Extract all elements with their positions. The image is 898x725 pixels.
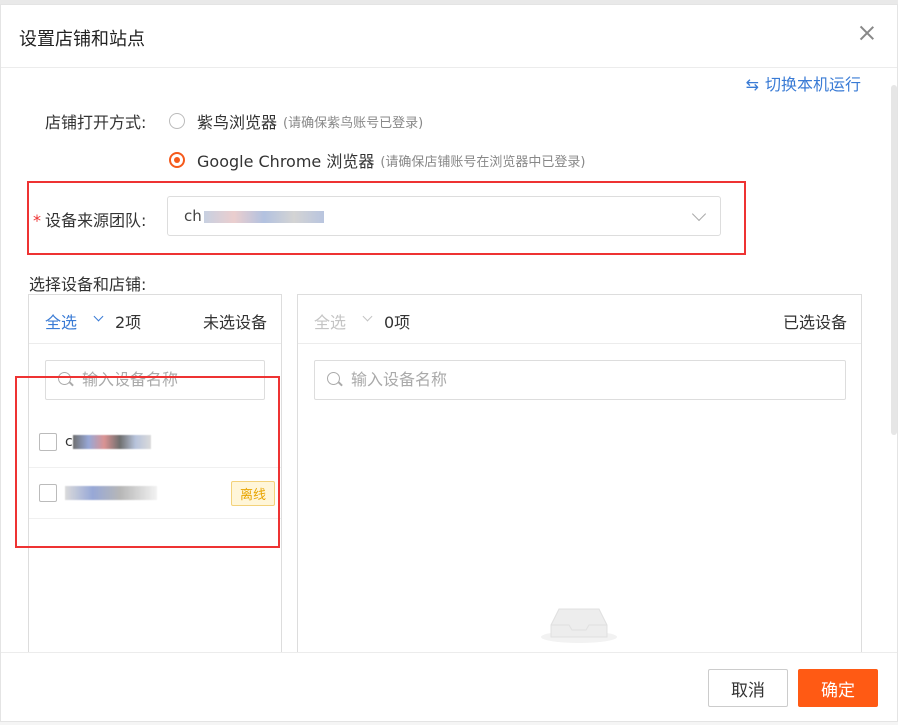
switch-label: 切换本机运行 [764, 75, 861, 94]
dialog-title: 设置店铺和站点 [19, 29, 145, 50]
dialog-header: 设置店铺和站点 [1, 5, 897, 68]
team-select-value: ch [184, 207, 324, 225]
left-count: 2项 [115, 313, 142, 332]
right-select-chevron-icon[interactable] [362, 311, 373, 322]
right-panel-title: 已选设备 [782, 313, 847, 332]
left-select-chevron-icon[interactable] [93, 311, 104, 322]
left-select-all[interactable]: 全选 [45, 309, 77, 333]
switch-local-run-link[interactable]: ⇆ 切换本机运行 [746, 71, 861, 95]
blurred-team-name [203, 210, 324, 223]
scrollbar[interactable] [891, 85, 897, 435]
right-panel-header: 全选 0项 已选设备 [298, 295, 861, 344]
swap-icon: ⇆ [745, 75, 759, 94]
radio-chrome[interactable] [169, 152, 185, 168]
radio-ziniao-hint: (请确保紫鸟账号已登录) [283, 115, 424, 131]
dialog-footer: 取消 确定 [1, 652, 897, 721]
right-count: 0项 [384, 313, 411, 332]
radio-option-chrome[interactable]: Google Chrome 浏览器 (请确保店铺账号在浏览器中已登录) [169, 148, 586, 172]
section-label: 选择设备和店铺: [29, 275, 147, 294]
ok-button[interactable]: 确定 [798, 669, 878, 707]
radio-option-ziniao[interactable]: 紫鸟浏览器 (请确保紫鸟账号已登录) [169, 109, 423, 133]
right-search-input[interactable] [349, 369, 503, 390]
team-select[interactable]: ch [167, 196, 721, 236]
close-icon[interactable] [857, 23, 877, 43]
radio-chrome-hint: (请确保店铺账号在浏览器中已登录) [380, 154, 586, 170]
radio-ziniao[interactable] [169, 113, 185, 129]
right-search-box[interactable] [314, 360, 846, 400]
radio-chrome-label: Google Chrome 浏览器 [197, 152, 375, 171]
required-mark: * [33, 211, 41, 230]
open-mode-label: 店铺打开方式: [45, 113, 147, 132]
left-panel-title: 未选设备 [202, 313, 267, 332]
search-icon [327, 372, 340, 385]
empty-inbox-icon [541, 608, 617, 643]
highlight-box-devices [15, 376, 280, 548]
left-panel-header: 全选 2项 未选设备 [29, 295, 281, 344]
right-select-all[interactable]: 全选 [314, 309, 346, 333]
team-label-wrap: * 设备来源团队: [33, 207, 146, 231]
settings-dialog: 设置店铺和站点 ⇆ 切换本机运行 店铺打开方式: 紫鸟浏览器 (请确保紫鸟账号已登… [0, 4, 898, 722]
cancel-button[interactable]: 取消 [708, 669, 788, 707]
radio-ziniao-label: 紫鸟浏览器 [197, 113, 278, 132]
team-label: 设备来源团队: [45, 211, 147, 230]
chevron-down-icon [691, 206, 707, 222]
